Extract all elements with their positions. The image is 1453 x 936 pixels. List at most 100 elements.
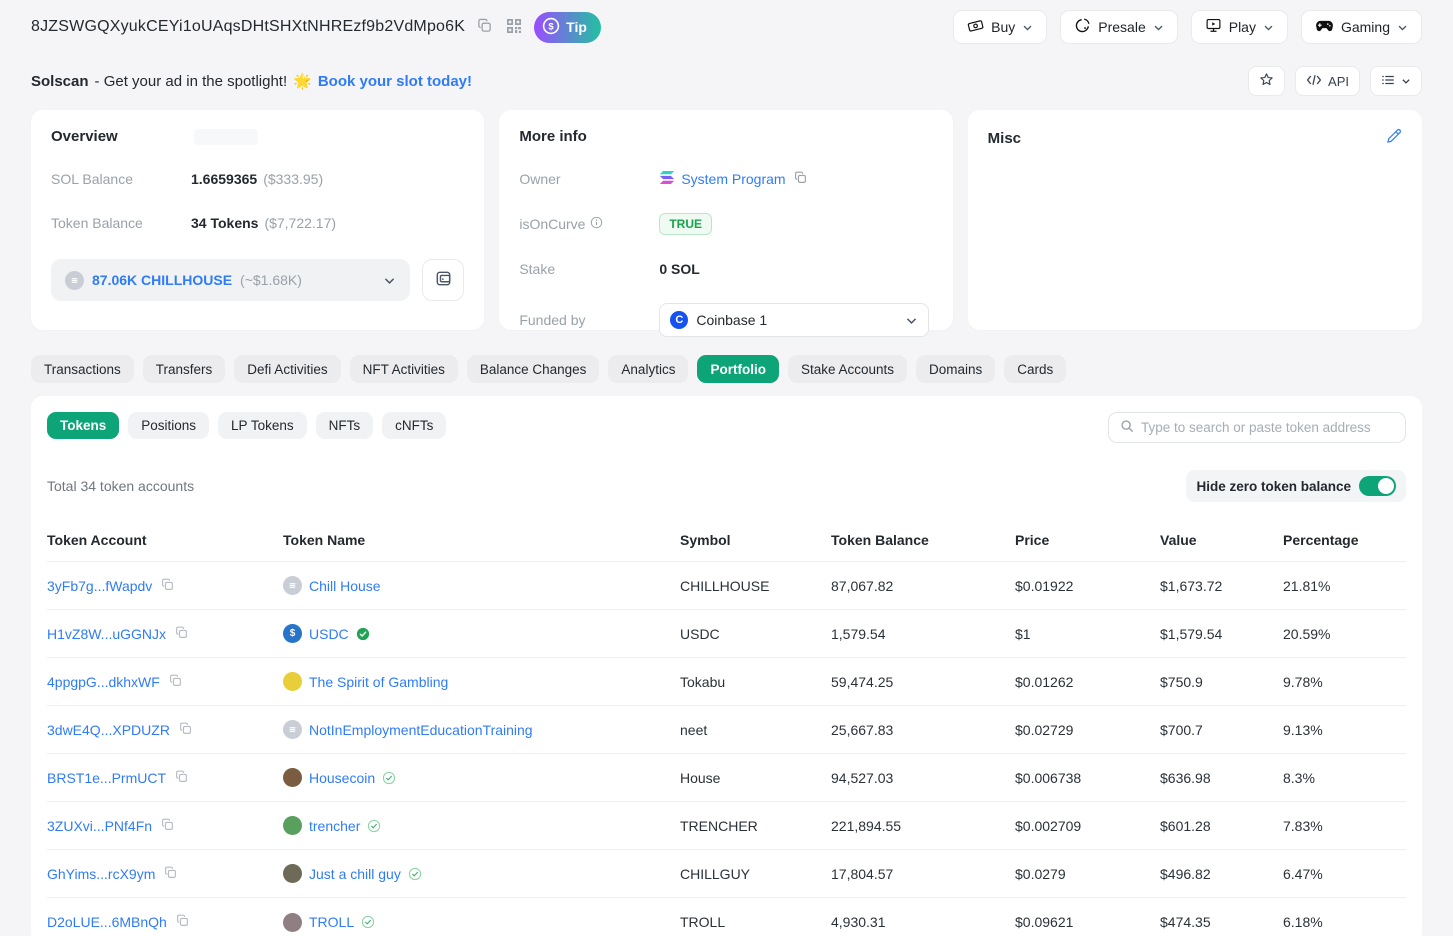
tab-defi-activities[interactable]: Defi Activities — [234, 355, 341, 383]
tab-analytics[interactable]: Analytics — [608, 355, 689, 383]
token-account-link[interactable]: BRST1e...PrmUCT — [47, 770, 166, 786]
sparkle-emoji: 🌟 — [293, 73, 312, 90]
tab-stake-accounts[interactable]: Stake Accounts — [787, 355, 908, 383]
token-percentage: 20.59% — [1283, 625, 1331, 642]
token-account-link[interactable]: H1vZ8W...uGGNJx — [47, 626, 166, 642]
col-token-balance: Token Balance — [831, 531, 929, 548]
copy-icon — [477, 18, 492, 36]
verified-icon — [382, 771, 396, 785]
token-account-link[interactable]: D2oLUE...6MBnQh — [47, 914, 167, 930]
token-name-link[interactable]: TROLL — [309, 914, 354, 930]
copy-account-button[interactable] — [159, 816, 176, 836]
copy-account-button[interactable] — [173, 624, 190, 644]
tab-transfers[interactable]: Transfers — [142, 355, 226, 383]
copy-account-button[interactable] — [159, 576, 176, 596]
buy-button[interactable]: Buy — [953, 10, 1048, 44]
toggle-knob — [1378, 478, 1394, 494]
copy-account-button[interactable] — [167, 672, 184, 692]
hide-zero-label: Hide zero token balance — [1196, 478, 1351, 494]
token-name-link[interactable]: Housecoin — [309, 770, 375, 786]
play-label: Play — [1228, 19, 1256, 35]
book-slot-link[interactable]: Book your slot today! — [318, 73, 472, 90]
gaming-button[interactable]: Gaming — [1300, 10, 1422, 44]
api-button[interactable]: API — [1295, 66, 1360, 96]
token-search-input[interactable] — [1141, 420, 1394, 435]
token-account-link[interactable]: 3ZUXvi...PNf4Fn — [47, 818, 152, 834]
copy-icon — [164, 866, 177, 882]
token-name-link[interactable]: trencher — [309, 818, 360, 834]
tip-button[interactable]: $ Tip — [534, 11, 601, 43]
token-name-link[interactable]: USDC — [309, 626, 349, 642]
funded-by-value: Coinbase 1 — [696, 312, 768, 328]
presale-button[interactable]: Presale — [1060, 10, 1178, 44]
copy-address-button[interactable] — [475, 16, 494, 38]
token-name-link[interactable]: Chill House — [309, 578, 381, 594]
subtab-positions[interactable]: Positions — [128, 412, 210, 439]
token-symbol: House — [680, 769, 721, 786]
selected-token-amount: 87.06K CHILLHOUSE — [92, 272, 233, 288]
token-holdings-dropdown[interactable]: 87.06K CHILLHOUSE (~$1.68K) — [51, 259, 411, 301]
token-symbol: CHILLHOUSE — [680, 577, 770, 594]
tab-domains[interactable]: Domains — [916, 355, 996, 383]
token-account-link[interactable]: 3dwE4Q...XPDUZR — [47, 722, 170, 738]
copy-icon — [794, 171, 807, 187]
token-percentage: 9.78% — [1283, 673, 1323, 690]
chevron-down-icon — [1397, 22, 1408, 33]
token-name-link[interactable]: The Spirit of Gambling — [309, 674, 448, 690]
presale-label: Presale — [1098, 19, 1146, 35]
copy-account-button[interactable] — [162, 864, 179, 884]
token-name-link[interactable]: Just a chill guy — [309, 866, 401, 882]
table-row: D2oLUE...6MBnQh TROLL TROLL 4,930.31 $0.… — [47, 898, 1406, 936]
col-token-account: Token Account — [47, 531, 147, 548]
favorite-button[interactable] — [1248, 66, 1286, 96]
tab-cards[interactable]: Cards — [1004, 355, 1067, 383]
token-percentage: 6.47% — [1283, 865, 1323, 882]
token-symbol: USDC — [680, 625, 720, 642]
token-price: $0.0279 — [1015, 865, 1066, 882]
funded-by-label: Funded by — [519, 312, 586, 328]
stake-label: Stake — [519, 261, 556, 277]
token-price: $1 — [1015, 625, 1031, 642]
copy-owner-button[interactable] — [792, 169, 809, 189]
subtab-lp-tokens[interactable]: LP Tokens — [218, 412, 307, 439]
token-percentage: 9.13% — [1283, 721, 1323, 738]
qr-code-button[interactable] — [504, 16, 524, 39]
token-balance: 94,527.03 — [831, 769, 894, 786]
copy-account-button[interactable] — [173, 768, 190, 788]
copy-account-button[interactable] — [174, 912, 191, 932]
edit-misc-button[interactable] — [1385, 128, 1402, 148]
loading-skeleton — [193, 128, 258, 145]
subtab-cnfts[interactable]: cNFTs — [382, 412, 447, 439]
chevron-down-icon — [1153, 22, 1164, 33]
col-percentage: Percentage — [1283, 531, 1359, 548]
token-symbol: TROLL — [680, 914, 726, 930]
token-price: $0.01922 — [1015, 577, 1074, 594]
token-account-link[interactable]: 4ppgpG...dkhxWF — [47, 674, 160, 690]
play-button[interactable]: Play — [1190, 10, 1288, 44]
tab-transactions[interactable]: Transactions — [31, 355, 134, 383]
table-row: 3ZUXvi...PNf4Fn trencher TRENCHER 221,89… — [47, 802, 1406, 850]
sol-balance-label: SOL Balance — [51, 171, 133, 187]
tab-portfolio[interactable]: Portfolio — [697, 355, 779, 383]
owner-link[interactable]: System Program — [681, 171, 785, 187]
token-icon — [283, 816, 302, 835]
wallet-portfolio-button[interactable] — [422, 259, 465, 301]
list-menu-button[interactable] — [1370, 66, 1422, 96]
token-table: Token Account Token Name Symbol Token Ba… — [47, 518, 1406, 936]
token-account-link[interactable]: 3yFb7g...fWapdv — [47, 578, 152, 594]
subtab-tokens[interactable]: Tokens — [47, 412, 120, 439]
copy-account-button[interactable] — [177, 720, 194, 740]
tab-balance-changes[interactable]: Balance Changes — [466, 355, 600, 383]
token-account-link[interactable]: GhYims...rcX9ym — [47, 866, 155, 882]
token-name-link[interactable]: NotInEmploymentEducationTraining — [309, 722, 533, 738]
col-value: Value — [1160, 531, 1197, 548]
token-value: $474.35 — [1160, 914, 1211, 930]
sol-balance-value: 1.6659365 — [191, 171, 258, 187]
monitor-play-icon — [1205, 17, 1222, 37]
is-on-curve-badge: TRUE — [659, 213, 712, 235]
tab-nft-activities[interactable]: NFT Activities — [349, 355, 458, 383]
sol-balance-usd: ($333.95) — [263, 171, 324, 187]
funded-by-dropdown[interactable]: C Coinbase 1 — [659, 303, 930, 337]
subtab-nfts[interactable]: NFTs — [315, 412, 374, 439]
hide-zero-toggle[interactable] — [1359, 476, 1396, 496]
